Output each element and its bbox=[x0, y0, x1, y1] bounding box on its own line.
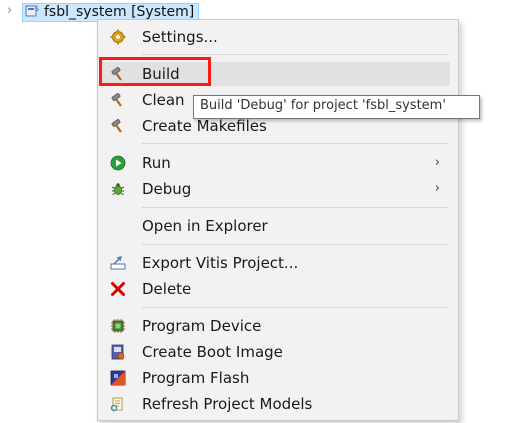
menu-separator bbox=[142, 207, 448, 208]
menu-item-label: Debug bbox=[142, 180, 192, 198]
menu-item-open-in-explorer[interactable]: Open in Explorer bbox=[98, 213, 458, 239]
menu-item-program-device[interactable]: Program Device bbox=[98, 313, 458, 339]
menu-item-label: Clean bbox=[142, 91, 185, 109]
menu-item-label: Program Device bbox=[142, 317, 262, 335]
menu-item-label: Delete bbox=[142, 280, 192, 298]
menu-item-program-flash[interactable]: Program Flash bbox=[98, 365, 458, 391]
flash-icon bbox=[110, 370, 126, 386]
menu-item-delete[interactable]: Delete bbox=[98, 276, 458, 302]
menu-item-label: Settings... bbox=[142, 28, 218, 46]
delete-icon bbox=[111, 282, 125, 296]
export-icon bbox=[110, 256, 126, 270]
submenu-arrow-icon: › bbox=[434, 181, 440, 196]
menu-item-label: Refresh Project Models bbox=[142, 395, 313, 413]
tooltip-text: Build 'Debug' for project 'fsbl_system' bbox=[200, 98, 446, 113]
submenu-arrow-icon: › bbox=[434, 155, 440, 170]
menu-item-refresh-project-models[interactable]: Refresh Project Models bbox=[98, 391, 458, 417]
menu-item-create-boot-image[interactable]: Create Boot Image bbox=[98, 339, 458, 365]
menu-item-run[interactable]: Run › bbox=[98, 150, 458, 176]
menu-item-label: Program Flash bbox=[142, 369, 250, 387]
hammer-icon bbox=[111, 93, 122, 107]
hammer-icon bbox=[111, 119, 122, 133]
menu-separator bbox=[142, 143, 448, 144]
boot-image-icon bbox=[111, 344, 125, 360]
system-project-icon: S bbox=[25, 5, 39, 17]
program-device-icon bbox=[111, 319, 125, 333]
project-label: fsbl_system [System] bbox=[44, 4, 195, 20]
menu-separator bbox=[142, 307, 448, 308]
menu-separator bbox=[142, 54, 448, 55]
menu-item-label: Create Boot Image bbox=[142, 343, 283, 361]
gear-icon bbox=[110, 29, 126, 45]
run-icon bbox=[110, 155, 126, 171]
bug-icon bbox=[111, 183, 125, 196]
menu-item-export-vitis-project[interactable]: Export Vitis Project... bbox=[98, 250, 458, 276]
menu-item-debug[interactable]: Debug › bbox=[98, 176, 458, 202]
menu-item-label: Create Makefiles bbox=[142, 117, 267, 135]
tooltip: Build 'Debug' for project 'fsbl_system' bbox=[193, 95, 480, 119]
menu-item-label: Export Vitis Project... bbox=[142, 254, 299, 272]
menu-separator bbox=[142, 244, 448, 245]
svg-text:S: S bbox=[35, 6, 39, 13]
menu-item-label: Run bbox=[142, 154, 171, 172]
refresh-models-icon bbox=[110, 397, 123, 412]
menu-item-label: Open in Explorer bbox=[142, 217, 268, 235]
menu-item-settings[interactable]: Settings... bbox=[98, 24, 458, 50]
highlight-annotation-box bbox=[99, 57, 211, 86]
chevron-right-icon[interactable]: › bbox=[7, 4, 17, 18]
